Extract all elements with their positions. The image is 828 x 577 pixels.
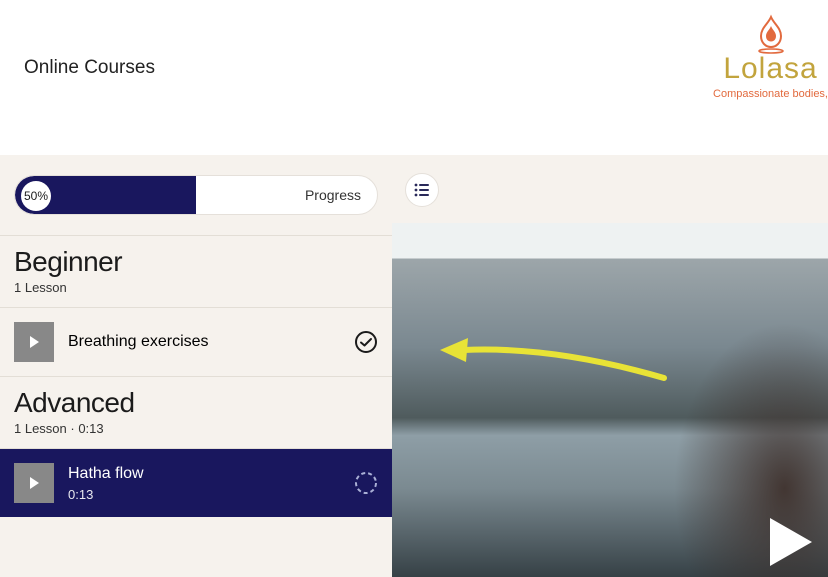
section-header[interactable]: Beginner 1 Lesson [0, 236, 392, 307]
progress-row: 50% Progress [0, 155, 392, 235]
lesson-item[interactable]: Breathing exercises [0, 307, 392, 376]
lesson-thumbnail [14, 463, 54, 503]
video-player[interactable] [392, 223, 828, 577]
section-title: Advanced [14, 387, 378, 419]
progress-percent-badge: 50% [21, 181, 51, 211]
play-icon [770, 518, 812, 566]
section-advanced: Advanced 1 Lesson · 0:13 Hatha flow 0:13 [0, 376, 392, 517]
play-button[interactable] [770, 518, 812, 571]
sidebar-toggle-button[interactable] [405, 173, 439, 207]
brand-name: Lolasa [713, 52, 828, 86]
brand-tagline: Compassionate bodies, [713, 88, 828, 100]
video-area [392, 155, 828, 577]
lesson-title: Breathing exercises [68, 333, 340, 351]
flame-drop-icon [751, 14, 791, 54]
toggle-strip [392, 155, 828, 223]
lesson-body: Breathing exercises [68, 333, 340, 351]
progress-label: Progress [305, 187, 361, 203]
lesson-thumbnail [14, 322, 54, 362]
dashed-circle-icon [354, 471, 378, 495]
main: 50% Progress Beginner 1 Lesson Breathing… [0, 155, 828, 577]
play-icon [14, 463, 54, 503]
lesson-item-active[interactable]: Hatha flow 0:13 [0, 448, 392, 517]
lesson-time: 0:13 [68, 487, 340, 502]
section-subtitle: 1 Lesson [14, 280, 378, 295]
lesson-body: Hatha flow 0:13 [68, 465, 340, 502]
section-subtitle: 1 Lesson · 0:13 [14, 421, 378, 436]
play-icon [14, 322, 54, 362]
header: Online Courses Lolasa Compassionate bodi… [0, 0, 828, 155]
section-title: Beginner [14, 246, 378, 278]
section-beginner: Beginner 1 Lesson Breathing exercises [0, 235, 392, 376]
section-header[interactable]: Advanced 1 Lesson · 0:13 [0, 377, 392, 448]
page-title: Online Courses [24, 57, 155, 79]
brand-block: Lolasa Compassionate bodies, [713, 14, 828, 100]
check-circle-icon [354, 330, 378, 354]
lesson-sidebar: 50% Progress Beginner 1 Lesson Breathing… [0, 155, 392, 577]
list-icon [413, 181, 431, 199]
progress-pill[interactable]: 50% Progress [14, 175, 378, 215]
lesson-title: Hatha flow [68, 465, 340, 483]
